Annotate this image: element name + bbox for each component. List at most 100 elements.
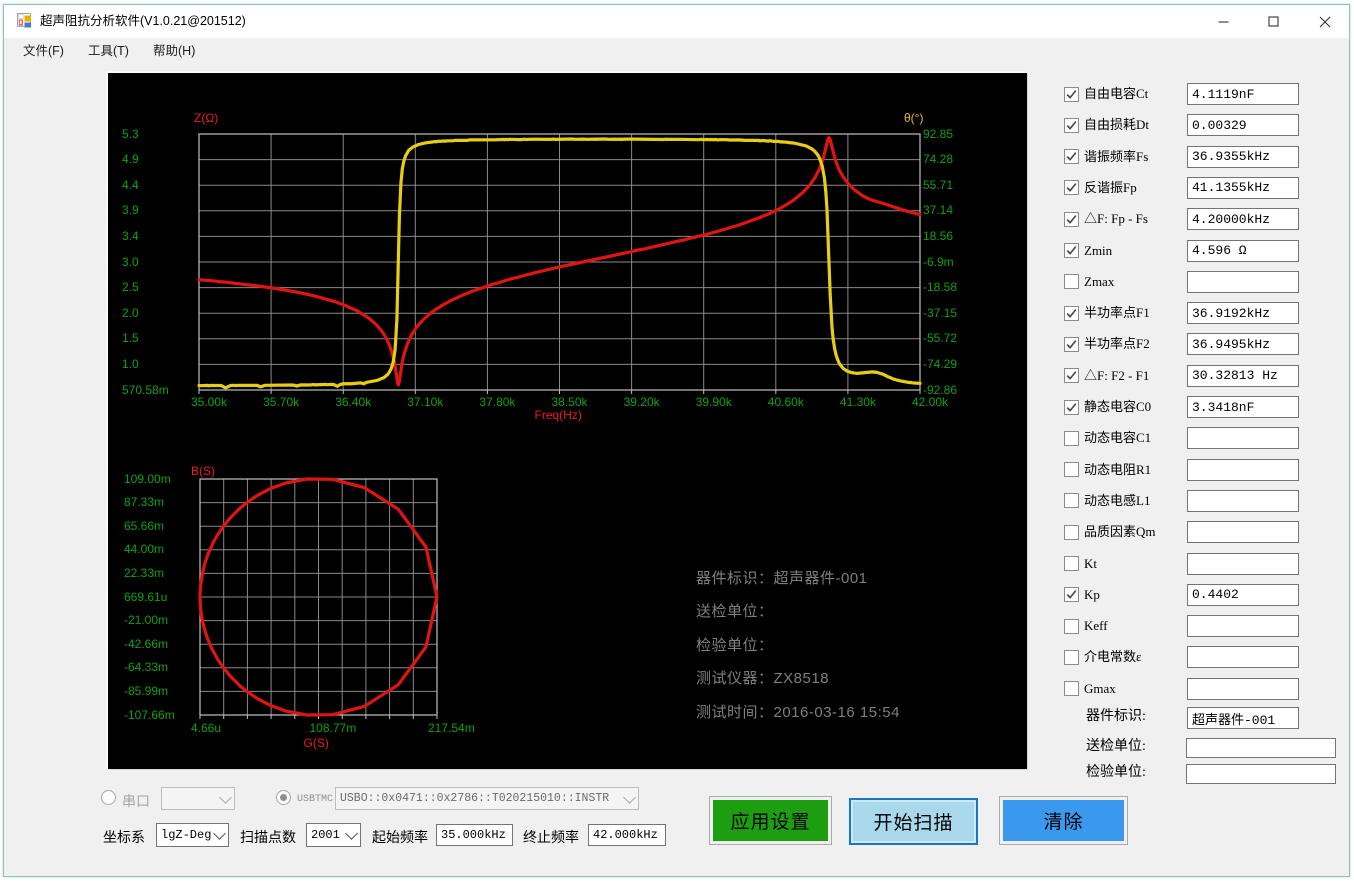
param-checkbox-20[interactable] (1064, 681, 1079, 697)
param-label-15: 品质因素Qm (1084, 524, 1156, 540)
device-field-value-3[interactable] (1186, 764, 1336, 784)
param-value-20[interactable] (1187, 677, 1299, 700)
device-info-line: 测试仪器：ZX8518 (696, 670, 830, 688)
param-label-16: Kt (1084, 555, 1097, 571)
param-label-3: 谐振频率Fs (1084, 148, 1149, 164)
param-checkbox-5[interactable] (1064, 211, 1079, 227)
param-checkbox-4[interactable] (1064, 180, 1079, 196)
param-value-11[interactable]: 3.3418nF (1187, 396, 1299, 418)
param-value-12[interactable] (1187, 427, 1299, 450)
check-icon (1066, 183, 1077, 193)
param-value-18[interactable] (1187, 615, 1299, 638)
param-checkbox-12[interactable] (1064, 430, 1079, 446)
param-checkbox-14[interactable] (1064, 493, 1079, 509)
param-value-6[interactable]: 4.596 Ω (1187, 239, 1299, 262)
chevron-down-icon (219, 790, 232, 804)
param-value-16[interactable] (1187, 552, 1299, 575)
freq-xtick: 41.30k (839, 395, 876, 409)
start-freq-label: 起始频率 (372, 831, 428, 846)
coord-system-combo[interactable]: lgZ-Deg (156, 823, 229, 847)
apply-settings-button[interactable]: 应用设置 (709, 796, 832, 845)
chart-panel: 5.3 4.9 4.4 3.9 3.4 3.0 2.5 2.0 1.5 1.0 570.58m 92.… (108, 73, 1027, 769)
minimize-button[interactable] (1201, 5, 1246, 38)
title-bar[interactable]: 超声阻抗分析软件(V1.0.21@201512) (4, 5, 1349, 38)
stop-freq-input[interactable]: 42.000kHz (588, 824, 666, 846)
param-value-13[interactable] (1187, 458, 1299, 481)
param-value-3[interactable]: 36.9355kHz (1187, 145, 1299, 168)
minimize-icon (1218, 21, 1229, 23)
param-checkbox-15[interactable] (1064, 524, 1079, 540)
param-value-10[interactable]: 30.32813 Hz (1187, 364, 1299, 387)
menu-bar: 文件(F) 工具(T) 帮助(H) (4, 38, 1349, 63)
param-checkbox-11[interactable] (1064, 399, 1079, 415)
scan-points-combo[interactable]: 2001 (306, 823, 361, 847)
param-checkbox-3[interactable] (1064, 149, 1079, 165)
device-info-line: 测试时间：2016-03-16 15:54 (696, 703, 900, 721)
param-checkbox-6[interactable] (1064, 243, 1079, 258)
impedance-ytick: 570.58m (122, 382, 169, 397)
param-value-4[interactable]: 41.1355kHz (1187, 176, 1299, 199)
param-value-17[interactable]: 0.4402 (1187, 583, 1299, 606)
menu-file[interactable]: 文件(F) (17, 38, 70, 63)
param-value-15[interactable] (1187, 521, 1299, 544)
usbtmc-radio[interactable] (276, 790, 291, 805)
param-label-4: 反谐振Fp (1084, 179, 1137, 195)
check-icon (1066, 152, 1077, 161)
close-button[interactable] (1302, 5, 1347, 38)
serial-radio[interactable] (101, 790, 116, 805)
susceptance-ytick: -85.99m (124, 683, 169, 698)
param-checkbox-7[interactable] (1064, 274, 1079, 290)
param-checkbox-1[interactable] (1064, 86, 1079, 102)
check-icon (1066, 89, 1077, 99)
param-value-2[interactable]: 0.00329 (1187, 114, 1299, 137)
phase-ytick: 18.56 (923, 228, 954, 243)
param-value-7[interactable] (1187, 270, 1299, 293)
param-checkbox-13[interactable] (1064, 462, 1079, 478)
freq-xtick: 37.10k (407, 395, 444, 409)
param-checkbox-17[interactable] (1064, 587, 1079, 603)
param-checkbox-2[interactable] (1064, 117, 1079, 133)
impedance-ytick: 4.9 (122, 152, 139, 167)
param-value-1[interactable]: 4.1119nF (1187, 83, 1299, 105)
param-label-20: Gmax (1084, 680, 1116, 696)
param-checkbox-16[interactable] (1064, 556, 1079, 571)
param-label-13: 动态电阻R1 (1084, 461, 1152, 477)
chevron-down-icon (213, 827, 226, 840)
serial-radio-label: 串口 (122, 795, 150, 810)
impedance-ytick: 4.4 (122, 177, 139, 192)
param-label-9: 半功率点F2 (1084, 336, 1150, 352)
usbtmc-radio-dot (280, 794, 287, 801)
param-checkbox-19[interactable] (1064, 649, 1079, 665)
menu-help[interactable]: 帮助(H) (147, 38, 201, 63)
param-label-12: 动态电容C1 (1084, 430, 1152, 446)
coord-system-label: 坐标系 (103, 831, 145, 846)
phase-axis-title: θ(°) (904, 111, 924, 125)
freq-xtick: 35.70k (263, 395, 300, 409)
param-checkbox-18[interactable] (1064, 618, 1079, 634)
start-scan-button[interactable]: 开始扫描 (849, 798, 978, 845)
visa-address-combo[interactable]: USBO::0x0471::0x2786::T020215010::INSTR (335, 787, 639, 810)
param-label-18: Keff (1084, 618, 1108, 634)
param-value-9[interactable]: 36.9495kHz (1187, 333, 1299, 356)
start-freq-input[interactable]: 35.000kHz (436, 824, 513, 846)
menu-tools[interactable]: 工具(T) (82, 38, 135, 63)
conductance-axis-title: G(S) (303, 736, 329, 750)
impedance-ytick: 2.5 (122, 280, 139, 295)
param-checkbox-10[interactable] (1064, 368, 1079, 384)
clear-button[interactable]: 清除 (999, 796, 1128, 845)
window-title: 超声阻抗分析软件(V1.0.21@201512) (40, 14, 246, 28)
serial-port-combo[interactable] (161, 787, 235, 810)
param-value-14[interactable] (1187, 489, 1299, 512)
maximize-button[interactable] (1251, 5, 1296, 38)
device-info-line: 器件标识：超声器件-001 (696, 570, 868, 587)
chevron-down-icon (345, 827, 358, 840)
susceptance-ytick: -107.66m (124, 707, 175, 722)
device-field-value-2[interactable] (1186, 738, 1336, 758)
freq-xtick: 40.60k (767, 395, 804, 409)
param-value-5[interactable]: 4.20000kHz (1187, 208, 1299, 231)
param-value-19[interactable] (1187, 646, 1299, 669)
device-field-value-1[interactable]: 超声器件-001 (1187, 707, 1299, 729)
param-checkbox-8[interactable] (1064, 305, 1079, 321)
param-value-8[interactable]: 36.9192kHz (1187, 302, 1299, 325)
param-checkbox-9[interactable] (1064, 336, 1079, 352)
